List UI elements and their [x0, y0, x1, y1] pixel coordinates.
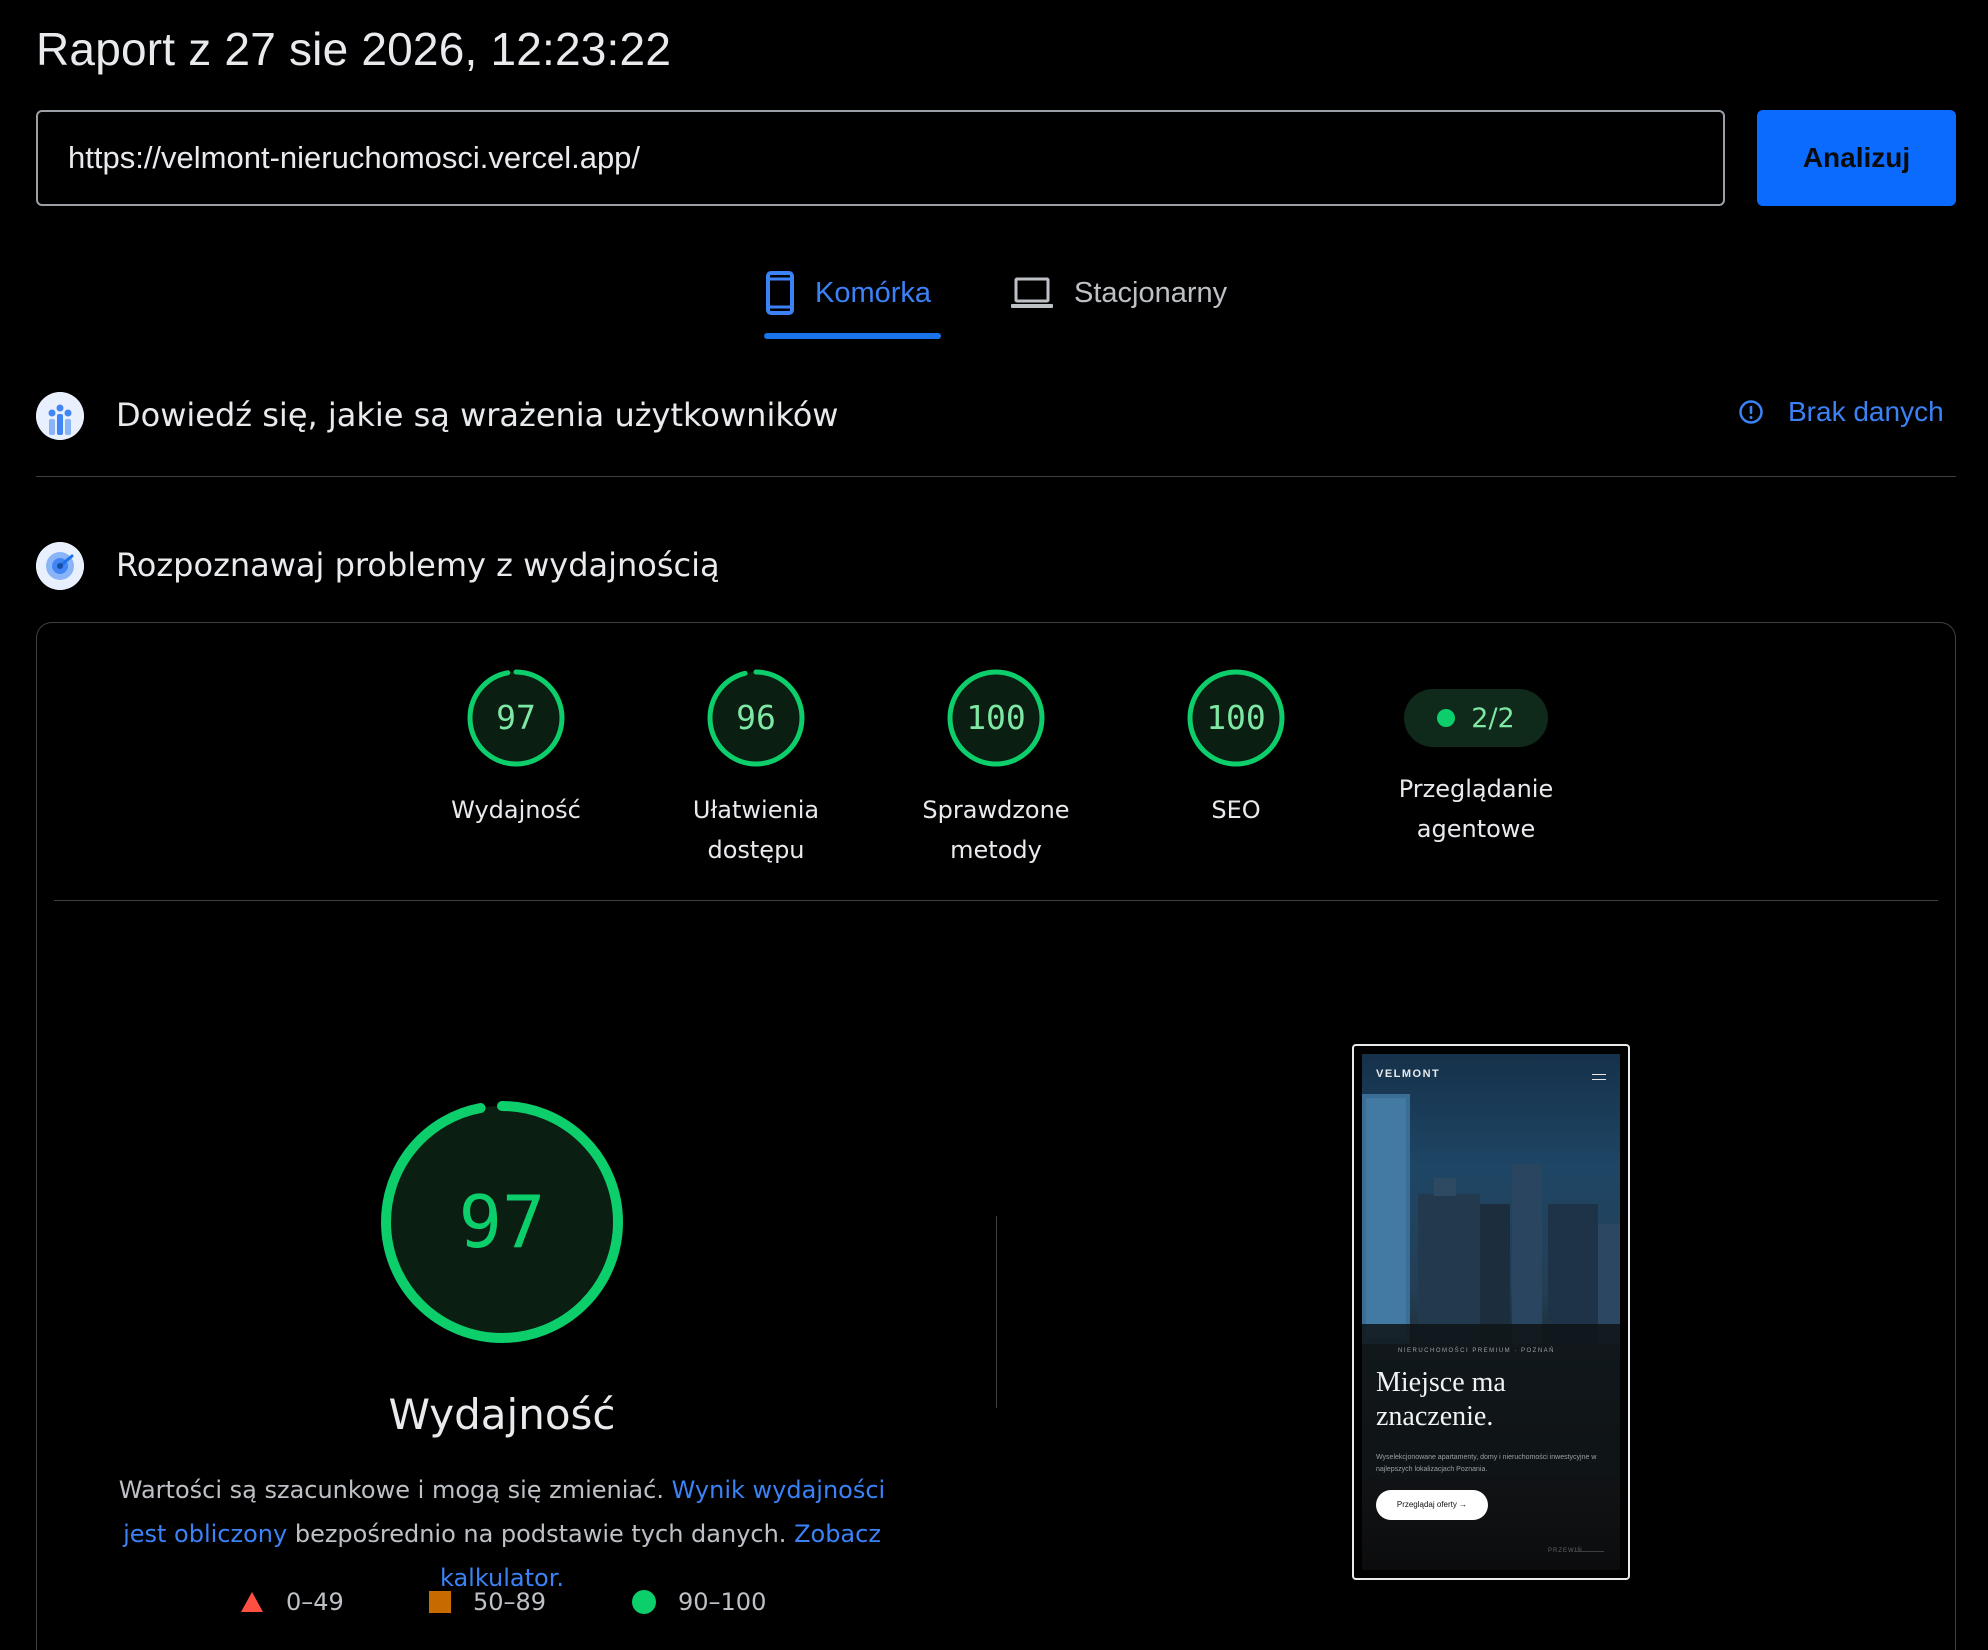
score-value: 96: [736, 698, 776, 737]
smartphone-icon: [766, 271, 794, 315]
card-divider: [54, 900, 1938, 901]
score-agentic-browsing[interactable]: 2/2 Przeglądanie agentowe: [1376, 668, 1576, 849]
score-value: 100: [966, 698, 1026, 737]
menu-icon: [1592, 1074, 1606, 1080]
no-data-label: Brak danych: [1788, 396, 1944, 427]
agentic-value: 2/2: [1471, 702, 1515, 734]
score-label: Ułatwienia: [692, 796, 820, 824]
scroll-line: [1574, 1551, 1604, 1552]
circle-icon: [632, 1590, 656, 1614]
active-tab-indicator: [764, 333, 941, 339]
laptop-icon: [1011, 277, 1053, 308]
info-icon: [1739, 400, 1763, 424]
performance-section-title: Rozpoznawaj problemy z wydajnością: [116, 546, 720, 584]
score-gauge-best-practices[interactable]: 100 Sprawdzone metody: [896, 668, 1096, 870]
section-divider: [36, 476, 1956, 477]
desc-text: Wartości są szacunkowe i mogą się zmieni…: [118, 1476, 672, 1504]
no-data-link[interactable]: Brak danych: [1738, 396, 1944, 428]
score-label: Sprawdzone: [922, 796, 1070, 824]
score-value: 97: [496, 698, 536, 737]
score-label-line2: agentowe: [1416, 815, 1536, 843]
user-experience-icon: [36, 392, 84, 440]
vertical-divider: [996, 1216, 997, 1408]
triangle-icon: [241, 1592, 263, 1612]
tab-mobile[interactable]: Komórka: [765, 265, 931, 321]
site-hero-title: Miejsce ma znaczenie.: [1376, 1367, 1506, 1432]
score-gauge-accessibility[interactable]: 96 Ułatwienia dostępu: [656, 668, 856, 870]
performance-diagnostics-icon: [36, 542, 84, 590]
site-brand: VELMONT: [1376, 1068, 1441, 1080]
report-title: Raport z 27 sie 2026, 12:23:22: [36, 23, 672, 75]
tab-mobile-label: Komórka: [815, 276, 932, 309]
tab-desktop[interactable]: Stacjonarny: [1010, 265, 1227, 321]
desc-text: bezpośrednio na podstawie tych danych.: [287, 1520, 795, 1548]
tab-desktop-label: Stacjonarny: [1074, 276, 1228, 309]
score-label: SEO: [1211, 796, 1261, 824]
performance-description: Wartości są szacunkowe i mogą się zmieni…: [96, 1468, 908, 1600]
performance-big-gauge: 97: [380, 1100, 624, 1344]
legend-range: 90–100: [678, 1588, 767, 1616]
score-label-line2: metody: [950, 836, 1042, 864]
score-label: Przeglądanie: [1398, 775, 1554, 803]
ux-section-title: Dowiedź się, jakie są wrażenia użytkowni…: [116, 396, 839, 434]
site-kicker: NIERUCHOMOŚCI PREMIUM · POZNAŃ: [1398, 1348, 1556, 1354]
legend-range: 50–89: [473, 1588, 547, 1616]
score-label: Wydajność: [451, 796, 581, 824]
analyze-button[interactable]: Analizuj: [1757, 110, 1956, 206]
legend-item-pass: 90–100: [632, 1588, 766, 1616]
legend-item-fail: 0–49: [240, 1588, 344, 1616]
score-gauge-seo[interactable]: 100 SEO: [1136, 668, 1336, 830]
score-value: 100: [1206, 698, 1266, 737]
agentic-pill: 2/2: [1404, 689, 1548, 747]
site-hero-subtitle: Wyselekcjonowane apartamenty, domy i nie…: [1376, 1454, 1597, 1473]
site-cta-button: Przeglądaj oferty →: [1376, 1490, 1488, 1520]
page-screenshot[interactable]: VELMONT NIERUCHOMOŚCI PREMIUM · POZNAŃ M…: [1352, 1044, 1630, 1580]
performance-label: Wydajność: [388, 1390, 616, 1439]
legend-item-average: 50–89: [429, 1588, 546, 1616]
square-icon: [429, 1591, 451, 1613]
pass-dot-icon: [1437, 709, 1456, 727]
screenshot-viewport: VELMONT NIERUCHOMOŚCI PREMIUM · POZNAŃ M…: [1362, 1054, 1620, 1570]
url-field[interactable]: [36, 110, 1725, 206]
score-gauge-performance[interactable]: 97 Wydajność: [416, 668, 616, 830]
performance-score: 97: [458, 1180, 546, 1264]
url-input[interactable]: [68, 112, 1688, 204]
score-label-line2: dostępu: [707, 836, 805, 864]
legend-range: 0–49: [286, 1588, 344, 1616]
